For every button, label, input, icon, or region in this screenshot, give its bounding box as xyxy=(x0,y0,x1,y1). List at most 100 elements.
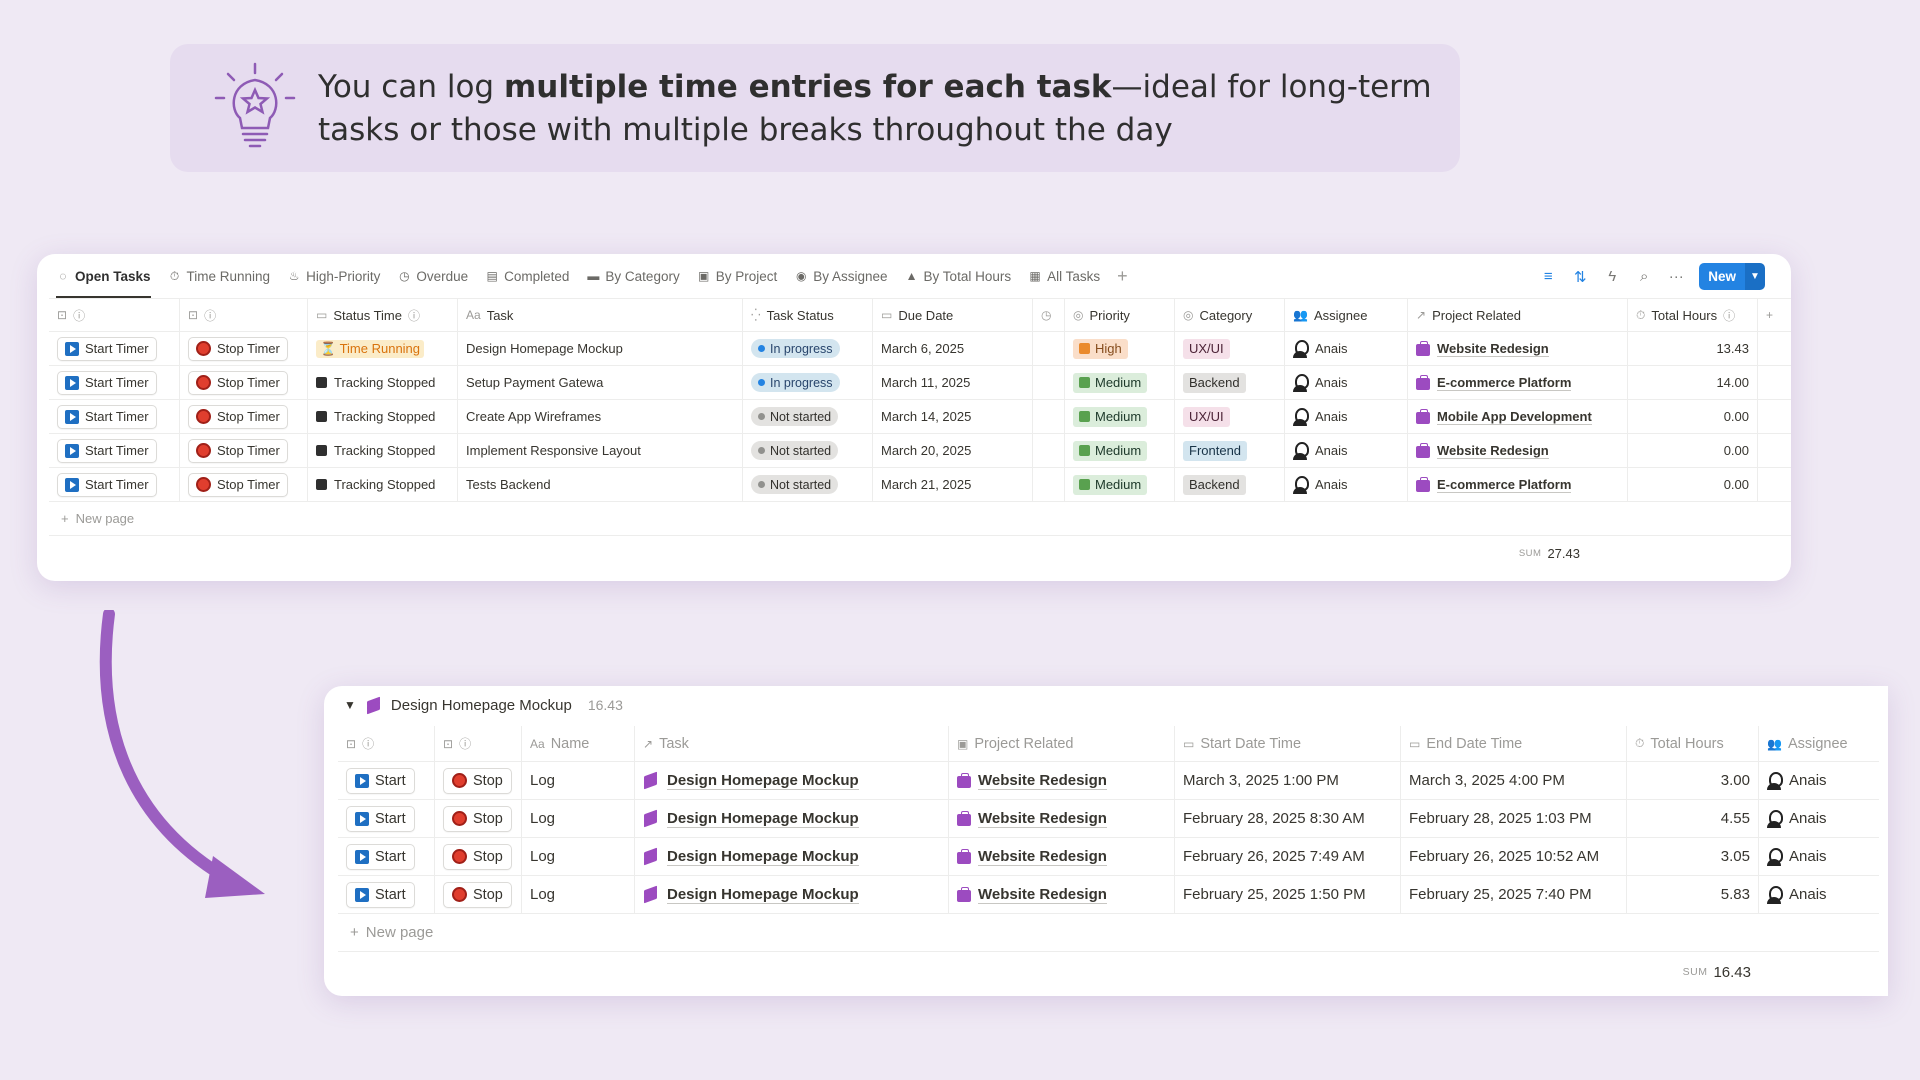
stop-button[interactable]: Stop xyxy=(443,881,512,908)
due-date-cell[interactable]: March 11, 2025 xyxy=(873,366,1033,399)
status-time-cell[interactable]: Tracking Stopped xyxy=(308,366,458,399)
task-name-cell[interactable]: Implement Responsive Layout xyxy=(458,434,743,467)
task-name-cell[interactable]: Create App Wireframes xyxy=(458,400,743,433)
stop-timer-button[interactable]: Stop Timer xyxy=(188,404,288,429)
stop-button[interactable]: Stop xyxy=(443,805,512,832)
tab-all-tasks[interactable]: ▦ All Tasks xyxy=(1028,254,1100,298)
caret-down-icon[interactable]: ▼ xyxy=(344,698,356,712)
assignee-cell[interactable]: Anais xyxy=(1285,366,1408,399)
project-cell[interactable]: Website Redesign xyxy=(949,838,1175,875)
assignee-cell[interactable]: Anais xyxy=(1285,332,1408,365)
stop-timer-button[interactable]: Stop Timer xyxy=(188,438,288,463)
new-page-button[interactable]: + New page xyxy=(338,914,1879,952)
automation-icon[interactable]: ϟ xyxy=(1603,268,1621,285)
table-row[interactable]: Start Stop Log Design Homepage Mockup We… xyxy=(338,800,1879,838)
group-header[interactable]: ▼ Design Homepage Mockup 16.43 xyxy=(344,686,623,724)
table-row[interactable]: Start Stop Log Design Homepage Mockup We… xyxy=(338,838,1879,876)
assignee-cell[interactable]: Anais xyxy=(1759,838,1879,875)
table-row[interactable]: Start Stop Log Design Homepage Mockup We… xyxy=(338,876,1879,914)
header-start-date[interactable]: ▭ Start Date Time xyxy=(1175,726,1401,761)
due-date-cell[interactable]: March 14, 2025 xyxy=(873,400,1033,433)
header-stop[interactable]: ⊡ ⓘ xyxy=(435,726,522,761)
log-name-cell[interactable]: Log xyxy=(522,876,635,913)
task-cell[interactable]: Design Homepage Mockup xyxy=(635,838,949,875)
header-task[interactable]: ↗ Task xyxy=(635,726,949,761)
stop-button[interactable]: Stop xyxy=(443,767,512,794)
header-assignee[interactable]: 👥 Assignee xyxy=(1759,726,1879,761)
search-icon[interactable]: ⌕ xyxy=(1635,268,1653,285)
total-hours-cell[interactable]: 14.00 xyxy=(1628,366,1758,399)
assignee-cell[interactable]: Anais xyxy=(1285,468,1408,501)
priority-cell[interactable]: High xyxy=(1065,332,1175,365)
total-hours-cell[interactable]: 13.43 xyxy=(1628,332,1758,365)
header-status-time[interactable]: ▭ Status Time ⓘ xyxy=(308,299,458,331)
priority-cell[interactable]: Medium xyxy=(1065,434,1175,467)
start-date-cell[interactable]: February 28, 2025 8:30 AM xyxy=(1175,800,1401,837)
total-hours-cell[interactable]: 0.00 xyxy=(1628,434,1758,467)
start-timer-button[interactable]: Start Timer xyxy=(57,404,157,429)
more-icon[interactable]: ··· xyxy=(1667,268,1685,285)
header-overdue[interactable]: ◷ xyxy=(1033,299,1065,331)
start-timer-button[interactable]: Start Timer xyxy=(57,370,157,395)
log-name-cell[interactable]: Log xyxy=(522,838,635,875)
start-timer-button[interactable]: Start Timer xyxy=(57,336,157,361)
category-cell[interactable]: UX/UI xyxy=(1175,332,1285,365)
filter-icon[interactable]: ≡ xyxy=(1539,268,1557,285)
new-page-button[interactable]: + New page xyxy=(49,502,1791,536)
due-date-cell[interactable]: March 21, 2025 xyxy=(873,468,1033,501)
category-cell[interactable]: Backend xyxy=(1175,366,1285,399)
tab-by-assignee[interactable]: ◉ By Assignee xyxy=(794,254,888,298)
project-cell[interactable]: Website Redesign xyxy=(1408,332,1628,365)
header-priority[interactable]: ◎ Priority xyxy=(1065,299,1175,331)
status-time-cell[interactable]: Tracking Stopped xyxy=(308,434,458,467)
header-task[interactable]: Aa Task xyxy=(458,299,743,331)
header-task-status[interactable]: ⁛ Task Status xyxy=(743,299,873,331)
stop-timer-button[interactable]: Stop Timer xyxy=(188,336,288,361)
category-cell[interactable]: Backend xyxy=(1175,468,1285,501)
task-cell[interactable]: Design Homepage Mockup xyxy=(635,800,949,837)
task-cell[interactable]: Design Homepage Mockup xyxy=(635,876,949,913)
category-cell[interactable]: UX/UI xyxy=(1175,400,1285,433)
start-button[interactable]: Start xyxy=(346,881,415,908)
tab-overdue[interactable]: ◷ Overdue xyxy=(397,254,468,298)
task-name-cell[interactable]: Tests Backend xyxy=(458,468,743,501)
stop-timer-button[interactable]: Stop Timer xyxy=(188,370,288,395)
start-timer-button[interactable]: Start Timer xyxy=(57,472,157,497)
header-name[interactable]: Aa Name xyxy=(522,726,635,761)
project-cell[interactable]: Website Redesign xyxy=(949,762,1175,799)
table-row[interactable]: Start Stop Log Design Homepage Mockup We… xyxy=(338,762,1879,800)
project-cell[interactable]: Mobile App Development xyxy=(1408,400,1628,433)
header-total-hours[interactable]: ⏱ Total Hours xyxy=(1627,726,1759,761)
priority-cell[interactable]: Medium xyxy=(1065,366,1175,399)
total-hours-cell[interactable]: 5.83 xyxy=(1627,876,1759,913)
total-hours-cell[interactable]: 4.55 xyxy=(1627,800,1759,837)
start-button[interactable]: Start xyxy=(346,767,415,794)
header-project[interactable]: ↗ Project Related xyxy=(1408,299,1628,331)
task-status-cell[interactable]: Not started xyxy=(743,468,873,501)
stop-button[interactable]: Stop xyxy=(443,843,512,870)
task-status-cell[interactable]: Not started xyxy=(743,434,873,467)
priority-cell[interactable]: Medium xyxy=(1065,400,1175,433)
end-date-cell[interactable]: February 28, 2025 1:03 PM xyxy=(1401,800,1627,837)
due-date-cell[interactable]: March 20, 2025 xyxy=(873,434,1033,467)
task-status-cell[interactable]: In progress xyxy=(743,366,873,399)
header-due-date[interactable]: ▭ Due Date xyxy=(873,299,1033,331)
log-name-cell[interactable]: Log xyxy=(522,762,635,799)
project-cell[interactable]: E-commerce Platform xyxy=(1408,366,1628,399)
assignee-cell[interactable]: Anais xyxy=(1759,876,1879,913)
assignee-cell[interactable]: Anais xyxy=(1285,400,1408,433)
status-time-cell[interactable]: Tracking Stopped xyxy=(308,468,458,501)
tab-time-running[interactable]: ⏱ Time Running xyxy=(168,254,270,298)
header-start-timer[interactable]: ⊡ ⓘ xyxy=(49,299,180,331)
total-hours-cell[interactable]: 0.00 xyxy=(1628,468,1758,501)
header-start[interactable]: ⊡ ⓘ xyxy=(338,726,435,761)
end-date-cell[interactable]: February 25, 2025 7:40 PM xyxy=(1401,876,1627,913)
tab-by-total-hours[interactable]: ▲ By Total Hours xyxy=(905,254,1012,298)
task-status-cell[interactable]: In progress xyxy=(743,332,873,365)
start-date-cell[interactable]: March 3, 2025 1:00 PM xyxy=(1175,762,1401,799)
category-cell[interactable]: Frontend xyxy=(1175,434,1285,467)
tab-open-tasks[interactable]: ◌ Open Tasks xyxy=(56,254,151,298)
start-button[interactable]: Start xyxy=(346,805,415,832)
priority-cell[interactable]: Medium xyxy=(1065,468,1175,501)
tab-by-category[interactable]: ▬ By Category xyxy=(586,254,679,298)
